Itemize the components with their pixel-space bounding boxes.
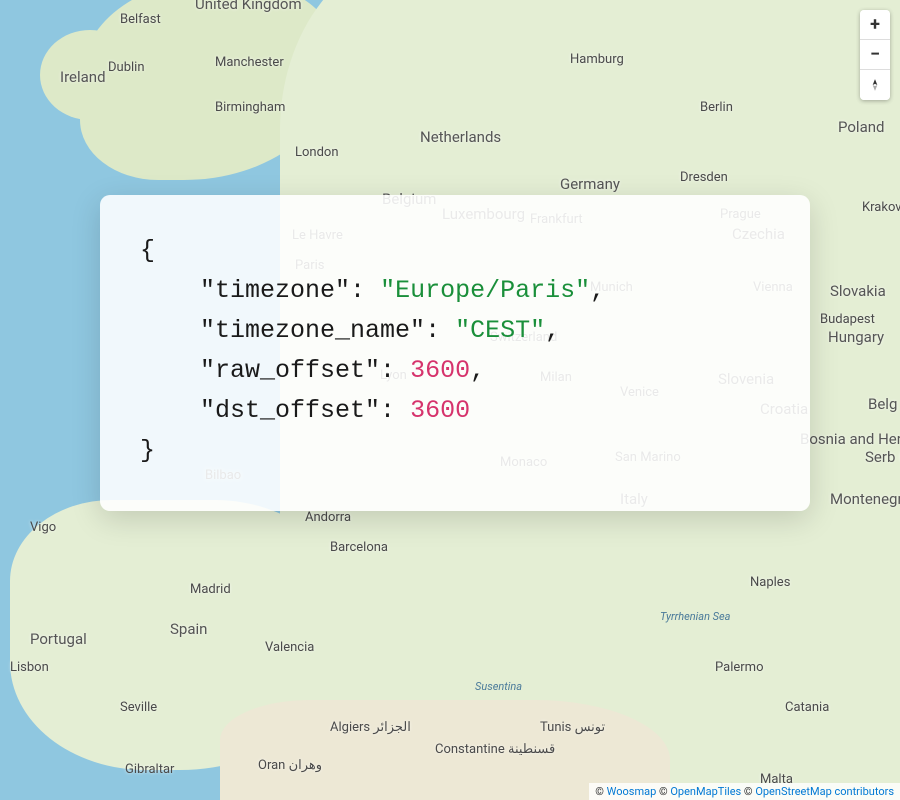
compass-button[interactable]	[860, 70, 890, 100]
json-comma: ,	[470, 356, 485, 385]
city-label: London	[295, 145, 339, 160]
country-label: Bosnia and Herzegovina	[800, 430, 900, 448]
country-label: United Kingdom	[195, 0, 302, 13]
json-line: "timezone": "Europe/Paris",	[140, 271, 770, 311]
city-label: Lisbon	[10, 660, 49, 675]
zoom-controls: + −	[860, 10, 890, 100]
city-label: Algiers الجزائر	[330, 720, 411, 735]
json-sep: :	[380, 396, 410, 425]
city-label: Andorra	[305, 510, 351, 525]
zoom-out-button[interactable]: −	[860, 40, 890, 70]
city-label: Manchester	[215, 55, 284, 70]
country-label: Netherlands	[420, 128, 501, 146]
json-key: "timezone_name"	[200, 316, 425, 345]
country-label: Slovakia	[830, 282, 886, 300]
json-key: "raw_offset"	[200, 356, 380, 385]
city-label: Dresden	[680, 170, 728, 185]
json-line: "raw_offset": 3600,	[140, 351, 770, 391]
map-attribution: © Woosmap © OpenMapTiles © OpenStreetMap…	[589, 783, 900, 800]
zoom-in-button[interactable]: +	[860, 10, 890, 40]
country-label: Ireland	[60, 68, 106, 86]
city-label: Budapest	[820, 312, 875, 327]
json-open-brace: {	[140, 236, 155, 265]
city-label: Constantine قسنطينة	[435, 742, 555, 757]
city-label: Dublin	[108, 60, 145, 75]
city-label: Gibraltar	[125, 762, 174, 777]
attribution-sep: ©	[741, 785, 755, 798]
country-label: Portugal	[30, 630, 87, 648]
json-line: "dst_offset": 3600	[140, 391, 770, 431]
compass-icon	[868, 78, 882, 92]
city-label: Catania	[785, 700, 829, 715]
city-label: Krakov	[862, 200, 900, 215]
json-overlay-card: { "timezone": "Europe/Paris", "timezone_…	[100, 195, 810, 511]
city-label: Seville	[120, 700, 157, 715]
json-sep: :	[425, 316, 455, 345]
city-label: Vigo	[30, 520, 56, 535]
json-line: "timezone_name": "CEST",	[140, 311, 770, 351]
sea-label: Susentina	[475, 680, 522, 693]
city-label: Valencia	[265, 640, 314, 655]
country-label: Germany	[560, 175, 620, 193]
city-label: Madrid	[190, 582, 231, 597]
json-key: "dst_offset"	[200, 396, 380, 425]
country-label: Poland	[838, 118, 884, 136]
json-close-brace: }	[140, 436, 155, 465]
json-value: "Europe/Paris"	[380, 276, 590, 305]
attribution-osm-link[interactable]: OpenStreetMap contributors	[755, 785, 894, 798]
country-label: Spain	[170, 620, 207, 638]
country-label: Serb Срб	[865, 448, 900, 466]
attribution-prefix: ©	[595, 785, 606, 798]
json-value: 3600	[410, 356, 470, 385]
country-label: Hungary	[828, 328, 884, 346]
city-label: Oran وهران	[258, 758, 322, 773]
json-value: 3600	[410, 396, 470, 425]
attribution-woosmap-link[interactable]: Woosmap	[607, 785, 657, 798]
city-label: Naples	[750, 575, 790, 590]
city-label: Barcelona	[330, 540, 388, 555]
city-label: Palermo	[715, 660, 763, 675]
city-label: Berlin	[700, 100, 733, 115]
city-label: Tunis تونس	[540, 720, 605, 735]
json-comma: ,	[545, 316, 560, 345]
country-label: Belg Беог	[868, 395, 900, 413]
map-container[interactable]: United Kingdom Ireland Netherlands Germany B…	[0, 0, 900, 800]
json-value: "CEST"	[455, 316, 545, 345]
attribution-openmaptiles-link[interactable]: OpenMapTiles	[670, 785, 741, 798]
country-label: Montenegro Црна Гор	[830, 490, 900, 508]
json-key: "timezone"	[200, 276, 350, 305]
city-label: Birmingham	[215, 100, 285, 115]
city-label: Belfast	[120, 12, 161, 27]
json-sep: :	[350, 276, 380, 305]
json-sep: :	[380, 356, 410, 385]
attribution-sep: ©	[656, 785, 670, 798]
json-comma: ,	[590, 276, 605, 305]
sea-label: Tyrrhenian Sea	[660, 610, 730, 623]
city-label: Hamburg	[570, 52, 624, 67]
